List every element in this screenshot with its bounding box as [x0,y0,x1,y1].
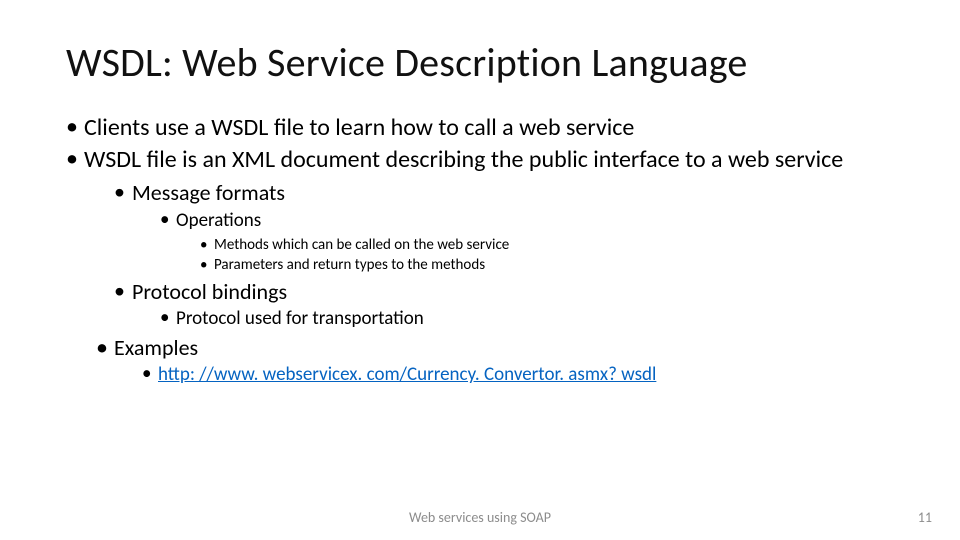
bullet-text: Message formats [132,179,285,206]
bullet-lvl4: Methods which can be called on the web s… [200,235,894,255]
bullet-text: Methods which can be called on the web s… [214,236,509,254]
bullet-lvl2: Protocol bindings Protocol used for tran… [114,278,894,332]
bullet-lvl4: Parameters and return types to the metho… [200,255,894,275]
bullet-text: Parameters and return types to the metho… [214,256,485,274]
bullet-lvl1: Examples http: //www. webservicex. com/C… [96,334,894,388]
bullet-text: Examples [114,334,198,361]
page-number: 11 [918,509,932,526]
bullet-lvl3: Protocol used for transportation [160,307,894,332]
bullet-text: WSDL file is an XML document describing … [84,145,843,174]
bullet-lvl1: WSDL file is an XML document describing … [66,145,894,332]
footer-text: Web services using SOAP [0,509,960,526]
bullet-lvl1: Clients use a WSDL file to learn how to … [66,113,894,143]
bullet-lvl2: Message formats Operations Methods which… [114,179,894,276]
bullet-text: Clients use a WSDL file to learn how to … [84,113,634,142]
bullet-text: Operations [176,209,261,232]
bullet-list: Clients use a WSDL file to learn how to … [66,113,894,388]
slide-title: WSDL: Web Service Description Language [66,38,894,87]
example-link[interactable]: http: //www. webservicex. com/Currency. … [158,363,656,386]
bullet-text: Protocol bindings [132,278,287,305]
bullet-text: Protocol used for transportation [176,307,424,330]
bullet-lvl3: Operations Methods which can be called o… [160,209,894,276]
slide: WSDL: Web Service Description Language C… [0,0,960,540]
bullet-lvl3: http: //www. webservicex. com/Currency. … [142,363,894,388]
